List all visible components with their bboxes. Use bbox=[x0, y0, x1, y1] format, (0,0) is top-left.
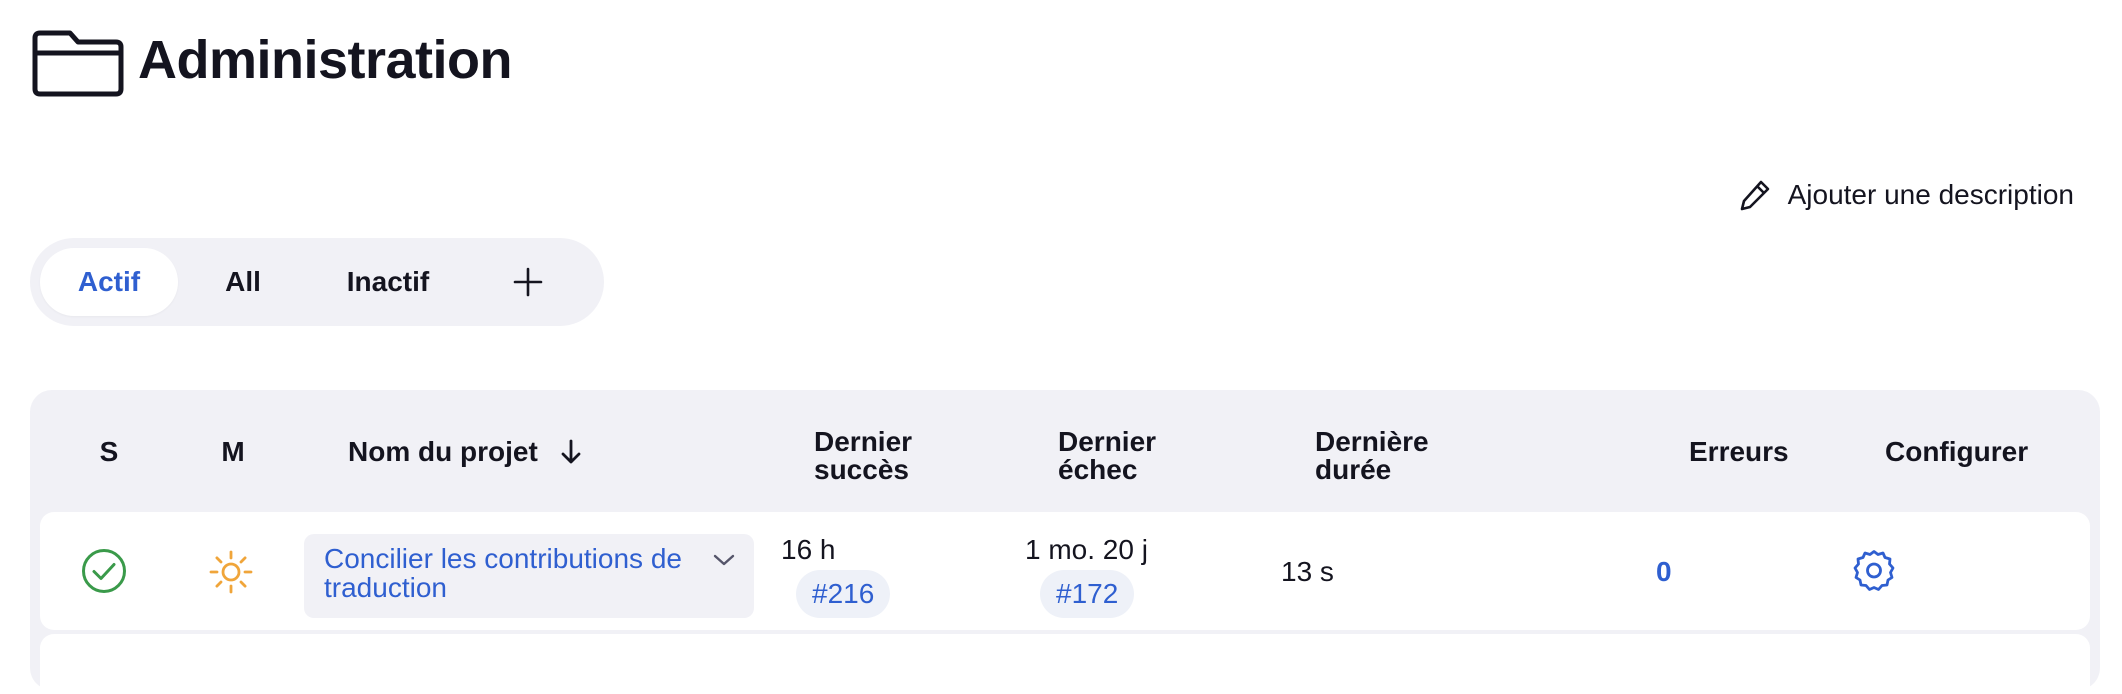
last-success-build-link[interactable]: #216 bbox=[796, 570, 891, 618]
check-circle-icon bbox=[81, 548, 127, 594]
folder-icon bbox=[32, 23, 124, 97]
add-view-button[interactable] bbox=[468, 248, 588, 316]
column-header-name-label: Nom du projet bbox=[348, 436, 538, 467]
pencil-icon bbox=[1738, 178, 1772, 212]
table-row bbox=[40, 634, 2090, 694]
page-header: Administration bbox=[32, 22, 513, 98]
arrow-down-icon bbox=[560, 439, 582, 470]
column-header-name[interactable]: Nom du projet bbox=[348, 438, 582, 470]
gear-icon[interactable] bbox=[1851, 548, 1897, 594]
last-success-time: 16 h bbox=[781, 534, 836, 565]
column-header-last-success-line2: succès bbox=[814, 454, 909, 485]
column-header-last-duration-line1: Dernière bbox=[1315, 426, 1429, 457]
projects-table: S M Nom du projet Dernier succès Dernier… bbox=[30, 390, 2100, 694]
column-header-last-failure-line2: échec bbox=[1058, 454, 1138, 485]
add-description-button[interactable]: Ajouter une description bbox=[1738, 178, 2074, 212]
last-failure-build-link[interactable]: #172 bbox=[1040, 570, 1135, 618]
chevron-down-icon[interactable] bbox=[712, 552, 736, 568]
table-row: Concilier les contributions de traductio… bbox=[40, 512, 2090, 630]
plus-icon bbox=[513, 267, 543, 297]
project-link[interactable]: Concilier les contributions de traductio… bbox=[304, 534, 754, 618]
tab-actif[interactable]: Actif bbox=[40, 248, 178, 316]
column-header-status[interactable]: S bbox=[100, 438, 119, 466]
column-header-last-success[interactable]: Dernier succès bbox=[814, 428, 912, 484]
last-duration: 13 s bbox=[1281, 556, 1334, 587]
view-tabs: Actif All Inactif bbox=[30, 238, 604, 326]
column-header-last-success-line1: Dernier bbox=[814, 426, 913, 457]
column-header-last-duration-line2: durée bbox=[1315, 454, 1392, 485]
errors-count-link[interactable]: 0 bbox=[1656, 558, 1672, 586]
tab-inactif[interactable]: Inactif bbox=[308, 248, 468, 316]
column-header-configure[interactable]: Configurer bbox=[1885, 438, 2028, 466]
page-title: Administration bbox=[138, 30, 513, 90]
project-name: Concilier les contributions de traductio… bbox=[324, 543, 682, 603]
column-header-weather[interactable]: M bbox=[221, 438, 244, 466]
tab-all[interactable]: All bbox=[178, 248, 308, 316]
column-header-last-duration[interactable]: Dernière durée bbox=[1315, 428, 1429, 484]
add-description-label: Ajouter une description bbox=[1787, 179, 2074, 210]
sun-icon bbox=[209, 550, 253, 594]
column-header-last-failure[interactable]: Dernier échec bbox=[1058, 428, 1156, 484]
column-header-last-failure-line1: Dernier bbox=[1058, 426, 1157, 457]
column-header-errors[interactable]: Erreurs bbox=[1689, 438, 1789, 466]
last-failure-time: 1 mo. 20 j bbox=[1025, 534, 1148, 565]
